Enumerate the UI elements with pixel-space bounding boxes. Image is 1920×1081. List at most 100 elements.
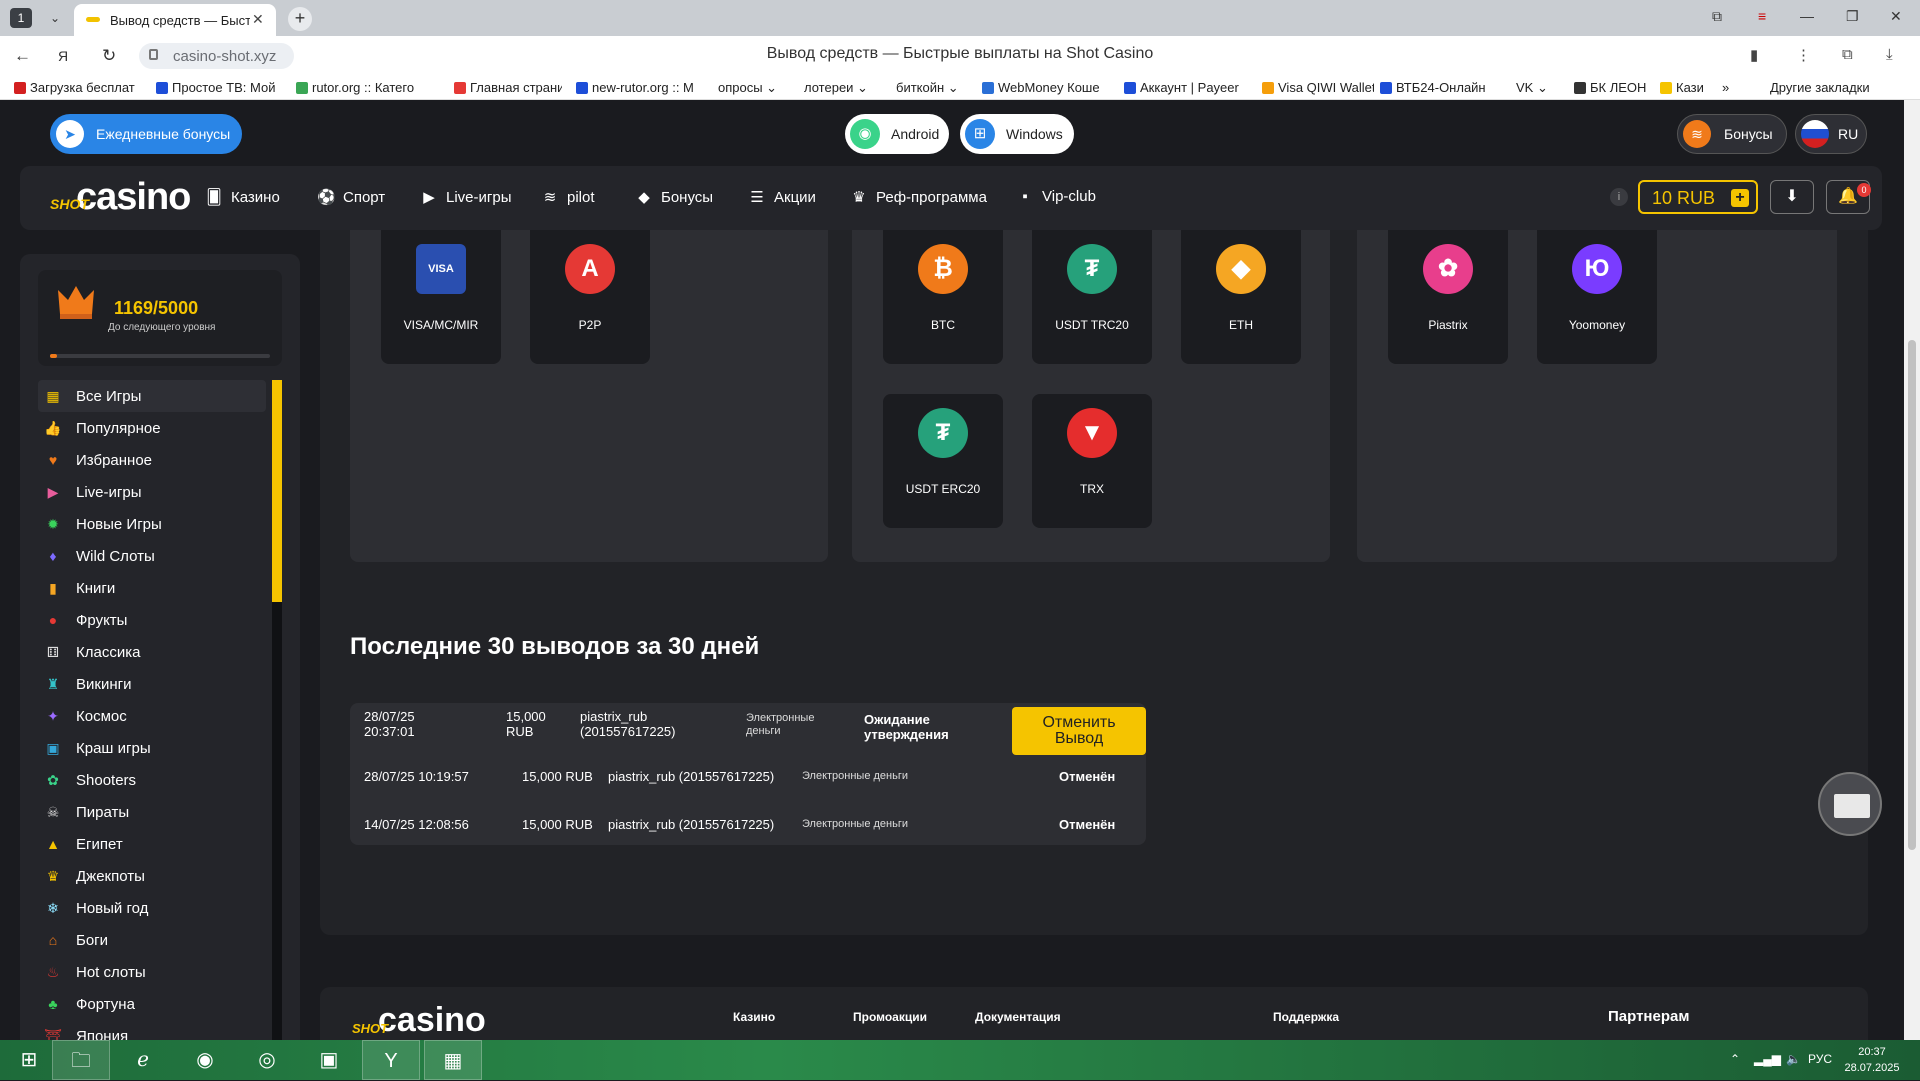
bookmark-icon[interactable]: ▮ <box>1750 46 1758 64</box>
sidebar-category[interactable]: ▦ Все Игры <box>38 380 266 412</box>
payment-method-card[interactable]: VISA VISA/MC/MIR <box>381 230 501 364</box>
android-app-button[interactable]: ◉ Android <box>845 114 949 154</box>
language-selector[interactable]: RU <box>1795 114 1867 154</box>
bookmark-item[interactable]: биткойн ⌄ <box>896 80 976 96</box>
close-window-button[interactable]: ✕ <box>1890 8 1902 25</box>
payment-method-card[interactable]: ▼ TRX <box>1032 394 1152 528</box>
sidebar-category[interactable]: ✿ Shooters <box>38 764 282 796</box>
payment-method-card[interactable]: A P2P <box>530 230 650 364</box>
sidebar-scrollbar[interactable] <box>272 380 282 1040</box>
contact-mail-button[interactable] <box>1818 772 1882 836</box>
bookmark-item[interactable]: Загрузка бесплат <box>14 80 140 95</box>
footer-link-partners[interactable]: Партнерам <box>1608 1008 1689 1025</box>
menu-icon[interactable]: ≡ <box>1758 8 1766 24</box>
sidebar-category[interactable]: ♜ Викинги <box>38 668 282 700</box>
bookmark-item[interactable]: new-rutor.org :: M <box>576 80 702 95</box>
sidebar-category[interactable]: ⛩ Япония <box>38 1020 282 1040</box>
bookmark-item[interactable]: Главная страница <box>454 80 562 95</box>
bookmark-item[interactable]: Аккаунт | Payeer <box>1124 80 1248 95</box>
payment-method-card[interactable]: ₿ BTC <box>883 230 1003 364</box>
new-tab-button[interactable]: + <box>288 7 312 31</box>
footer-link-promo[interactable]: Промоакции <box>853 1010 927 1024</box>
footer-link-casino[interactable]: Казино <box>733 1010 775 1024</box>
sidebar-category[interactable]: ⚅ Классика <box>38 636 282 668</box>
sidebar-category[interactable]: ● Фрукты <box>38 604 282 636</box>
tab-counter[interactable]: 1 <box>10 8 32 28</box>
bookmark-item[interactable]: БК ЛЕОН <box>1574 80 1650 95</box>
firefox-icon[interactable]: ◉ <box>176 1040 234 1080</box>
other-bookmarks[interactable]: Другие закладки <box>1770 80 1870 95</box>
tab-close-icon[interactable]: ✕ <box>252 11 264 28</box>
nav-item-sport[interactable]: ⚽ Спорт <box>317 188 385 206</box>
nav-item-casino[interactable]: 🂠 Казино <box>205 188 279 206</box>
sidebar-category[interactable]: ▣ Краш игры <box>38 732 282 764</box>
store-icon[interactable]: ▣ <box>300 1040 358 1080</box>
nav-item-referral-program[interactable]: ♛ Реф-программа <box>850 188 987 206</box>
sidebar-category[interactable]: ♦ Wild Слоты <box>38 540 282 572</box>
bookmark-item[interactable]: WebMoney Коше <box>982 80 1110 95</box>
bookmark-item[interactable]: » <box>1722 80 1742 95</box>
sidebar-category[interactable]: ▲ Египет <box>38 828 282 860</box>
page-scroll-thumb[interactable] <box>1908 340 1916 850</box>
footer-link-docs[interactable]: Документация <box>975 1010 1061 1024</box>
payment-method-card[interactable]: ₮ USDT TRC20 <box>1032 230 1152 364</box>
info-icon[interactable]: i <box>1610 188 1628 206</box>
nav-item-vip-club[interactable]: ▪ Vip-club <box>1016 188 1096 205</box>
yandex-browser-icon[interactable]: Y <box>362 1040 420 1080</box>
minimize-button[interactable]: — <box>1800 8 1814 24</box>
url-field[interactable]: casino-shot.xyz <box>139 43 294 69</box>
file-explorer-icon[interactable]: 🗀 <box>52 1040 110 1080</box>
footer-logo[interactable]: casino SHOT <box>352 1001 486 1040</box>
clock[interactable]: 20:37 28.07.2025 <box>1842 1044 1902 1076</box>
sidebar-category[interactable]: ♛ Джекпоты <box>38 860 282 892</box>
cancel-withdrawal-button[interactable]: Отменить Вывод <box>1012 707 1146 755</box>
sidebar-category[interactable]: ▶ Live-игры <box>38 476 282 508</box>
sidebar-category[interactable]: ✹ Новые Игры <box>38 508 282 540</box>
bookmark-item[interactable]: VK ⌄ <box>1516 80 1566 96</box>
nav-item-bonuses[interactable]: ◆ Бонусы <box>635 188 713 206</box>
start-button[interactable]: ⊞ <box>0 1040 58 1080</box>
payment-method-card[interactable]: ◆ ETH <box>1181 230 1301 364</box>
bookmark-item[interactable]: лотереи ⌄ <box>804 80 884 96</box>
sidebar-scroll-thumb[interactable] <box>272 380 282 602</box>
sidebar-category[interactable]: ♣ Фортуна <box>38 988 282 1020</box>
sidebar-category[interactable]: ▮ Книги <box>38 572 282 604</box>
sidebar-category[interactable]: ✦ Космос <box>38 700 282 732</box>
page-scrollbar[interactable] <box>1904 100 1920 1040</box>
sidebar-category[interactable]: ☠ Пираты <box>38 796 282 828</box>
bookmark-item[interactable]: ВТБ24-Онлайн <box>1380 80 1504 95</box>
sidebar-category[interactable]: 👍 Популярное <box>38 412 282 444</box>
tray-expand-icon[interactable]: ⌃ <box>1730 1052 1740 1066</box>
calculator-icon[interactable]: ▦ <box>424 1040 482 1080</box>
daily-bonus-button[interactable]: ➤ Ежедневные бонусы <box>50 114 242 154</box>
reload-icon[interactable]: ↻ <box>102 46 116 66</box>
sidebar-category[interactable]: ♨ Hot слоты <box>38 956 282 988</box>
restore-button[interactable]: ❐ <box>1846 8 1859 25</box>
bookmark-item[interactable]: Простое ТВ: Мой <box>156 80 282 95</box>
bookmark-item[interactable]: Кази <box>1660 80 1710 95</box>
bonuses-button[interactable]: ≋ Бонусы <box>1677 114 1787 154</box>
internet-explorer-icon[interactable]: ℯ <box>114 1040 172 1080</box>
sidebar-category[interactable]: ⌂ Боги <box>38 924 282 956</box>
notifications-button[interactable]: 🔔 0 <box>1826 180 1871 214</box>
bookmark-item[interactable]: rutor.org :: Катего <box>296 80 422 95</box>
keyboard-language[interactable]: РУС <box>1808 1052 1832 1066</box>
nav-item-promotions[interactable]: ☰ Акции <box>748 188 816 206</box>
payment-method-card[interactable]: Ю Yoomoney <box>1537 230 1657 364</box>
back-arrow-icon[interactable]: ← <box>14 46 31 66</box>
payment-method-card[interactable]: ₮ USDT ERC20 <box>883 394 1003 528</box>
nav-item-pilot[interactable]: ≋ pilot <box>541 188 595 206</box>
volume-icon[interactable]: 🔈 <box>1786 1052 1801 1066</box>
casino-logo[interactable]: casino SHOT <box>50 176 191 220</box>
chrome-icon[interactable]: ◎ <box>238 1040 296 1080</box>
nav-item-live-games[interactable]: ▶ Live-игры <box>420 188 511 206</box>
sidebar-category[interactable]: ♥ Избранное <box>38 444 282 476</box>
extensions-icon[interactable]: ⧉ <box>1842 46 1853 63</box>
bookmark-item[interactable]: опросы ⌄ <box>718 80 798 96</box>
balance-button[interactable]: 10 RUB + <box>1638 180 1758 214</box>
yandex-icon[interactable]: Я <box>58 48 68 64</box>
footer-link-support[interactable]: Поддержка <box>1273 1010 1339 1024</box>
deposit-plus-icon[interactable]: + <box>1731 189 1749 207</box>
download-icon[interactable]: ⤓ <box>1886 46 1893 63</box>
profile-download-button[interactable]: ⬇ <box>1770 180 1814 214</box>
